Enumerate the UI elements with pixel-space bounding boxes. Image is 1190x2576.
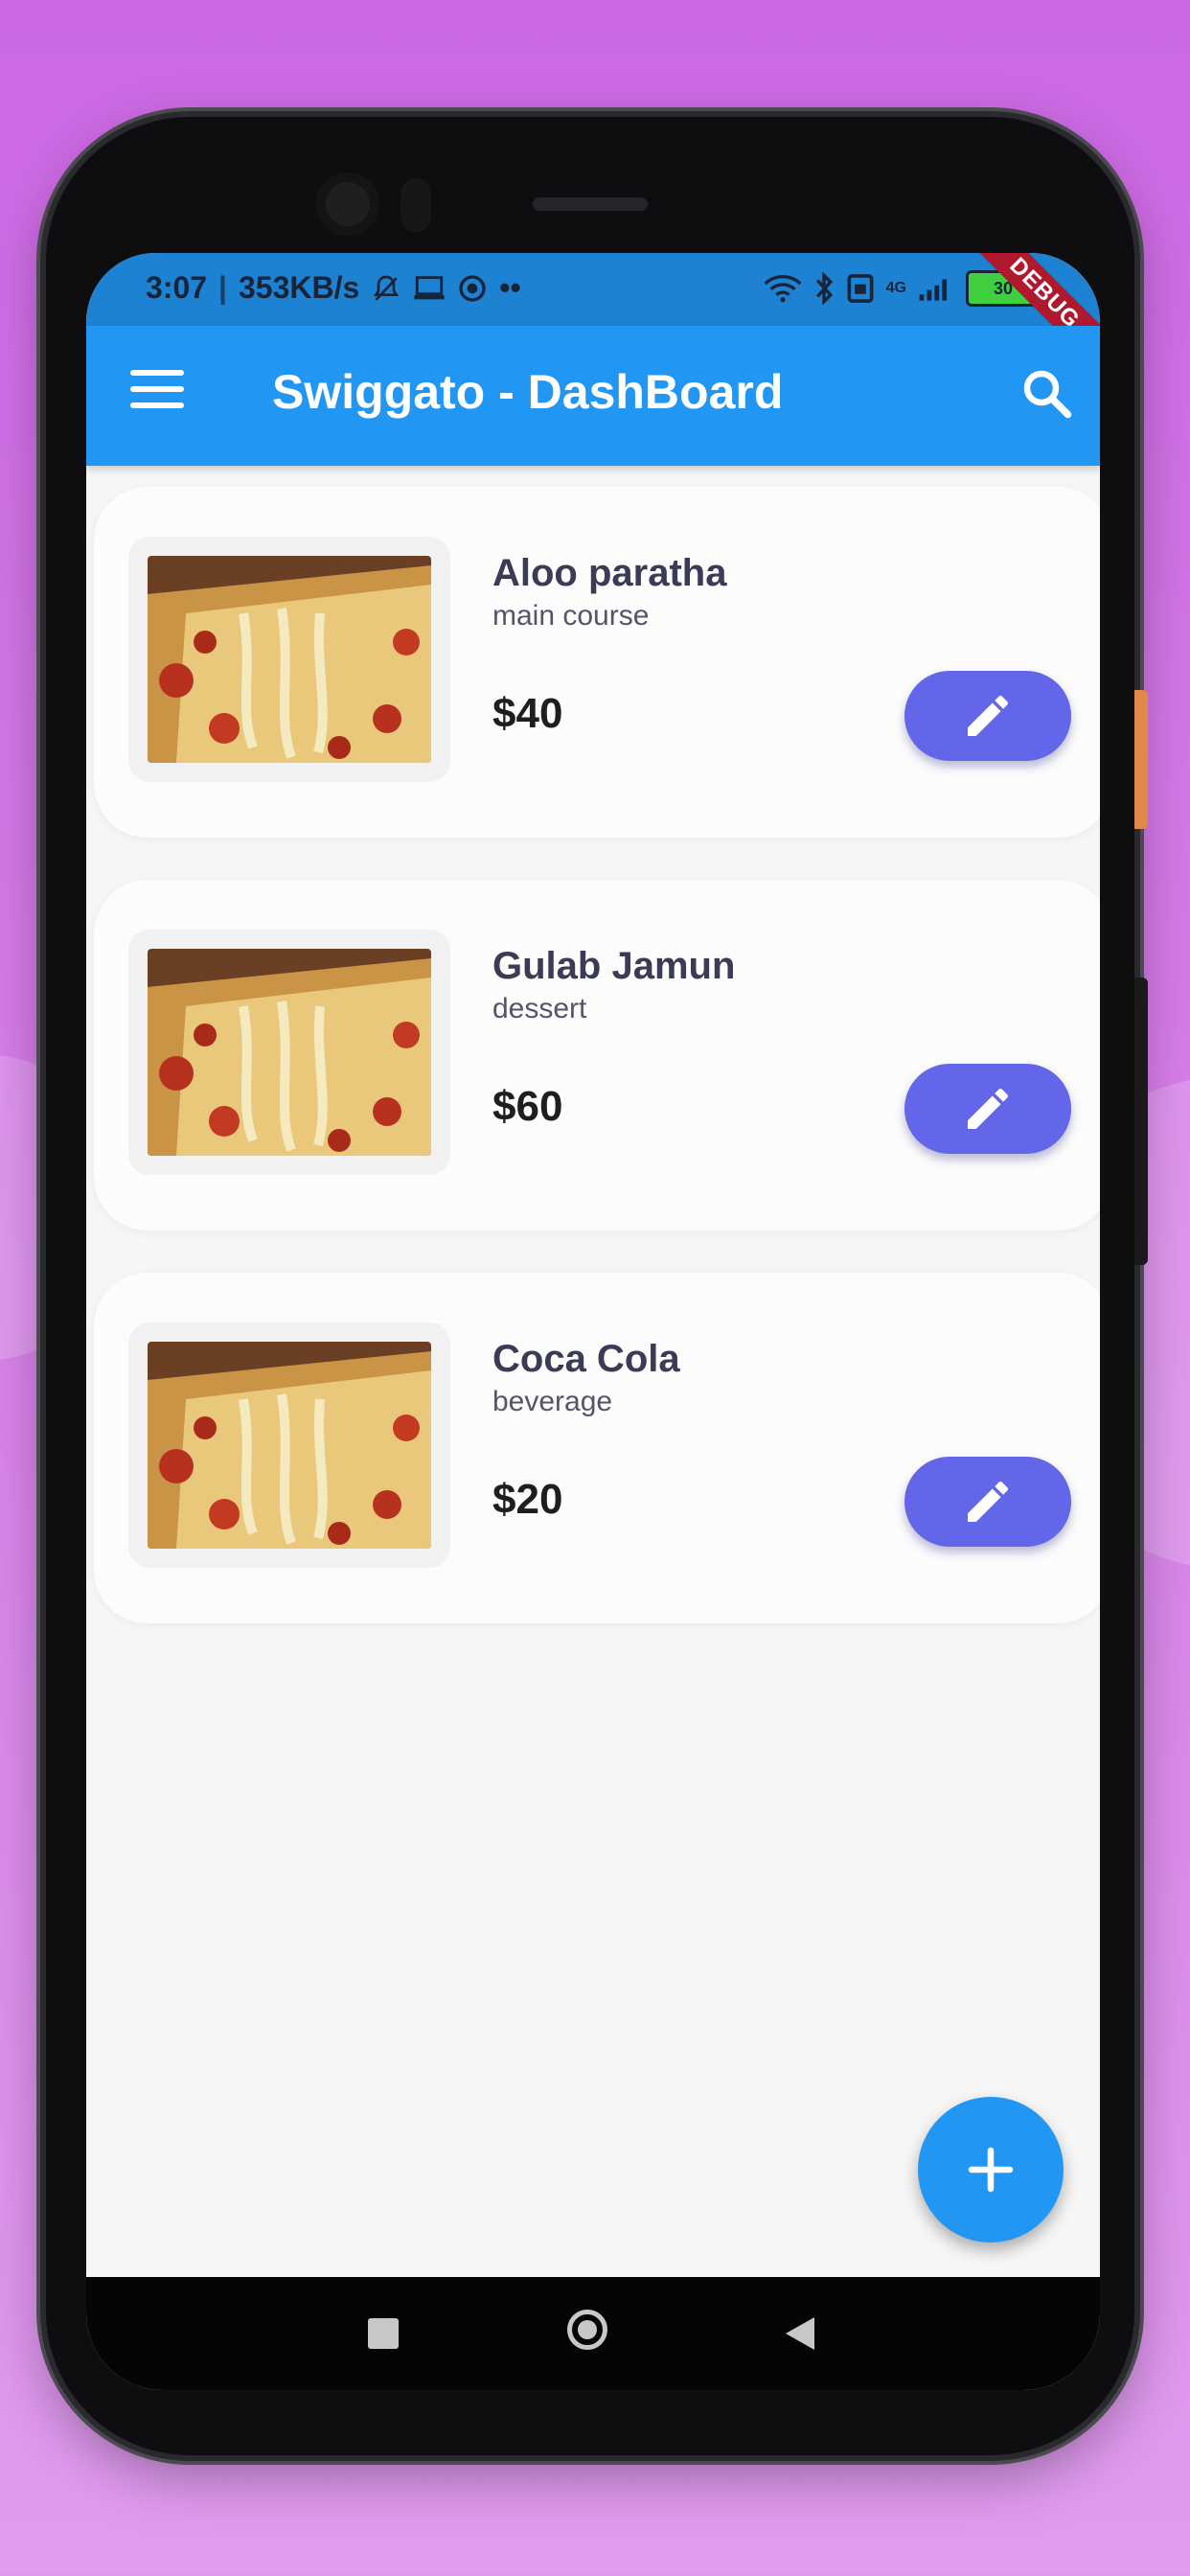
pencil-icon bbox=[968, 1088, 1009, 1129]
recent-apps-button[interactable] bbox=[368, 2318, 399, 2349]
phone-power-button bbox=[1134, 690, 1148, 829]
bluetooth-icon bbox=[815, 272, 833, 305]
menu-icon bbox=[130, 370, 184, 408]
list-item[interactable]: Coca Cola beverage $20 bbox=[94, 1273, 1100, 1623]
list-item[interactable]: Gulab Jamun dessert $60 bbox=[94, 880, 1100, 1230]
item-image bbox=[148, 1342, 431, 1549]
status-bar: 3:07 | 353KB/s •• 4G 30 DEBUG bbox=[86, 253, 1100, 387]
laptop-icon bbox=[414, 275, 445, 299]
status-left: 3:07 | 353KB/s •• bbox=[146, 270, 521, 306]
page-title: Swiggato - DashBoard bbox=[272, 365, 784, 419]
phone-screen: 3:07 | 353KB/s •• 4G 30 DEBUG Swiggato -… bbox=[86, 253, 1100, 2390]
status-right: 4G 30 bbox=[764, 270, 1041, 307]
add-item-button[interactable] bbox=[918, 2097, 1064, 2242]
status-divider: | bbox=[218, 270, 227, 305]
item-name: Gulab Jamun bbox=[492, 945, 736, 987]
item-image bbox=[148, 949, 431, 1156]
edit-button[interactable] bbox=[904, 671, 1071, 761]
pencil-icon bbox=[968, 695, 1009, 736]
back-button[interactable] bbox=[786, 2317, 814, 2350]
edit-button[interactable] bbox=[904, 1457, 1071, 1547]
plus-icon bbox=[968, 2147, 1014, 2193]
vpn-icon bbox=[459, 274, 486, 302]
wifi-icon bbox=[764, 275, 802, 303]
pencil-icon bbox=[968, 1481, 1009, 1522]
more-notifications-icon: •• bbox=[499, 270, 521, 305]
bell-off-icon bbox=[374, 275, 400, 301]
status-time: 3:07 bbox=[146, 270, 208, 305]
list-item[interactable]: Aloo paratha main course $40 bbox=[94, 487, 1100, 838]
search-icon bbox=[1023, 370, 1072, 419]
edit-button[interactable] bbox=[904, 1064, 1071, 1154]
system-nav-bar bbox=[86, 2277, 1100, 2390]
item-price: $60 bbox=[492, 1083, 563, 1130]
earpiece-speaker bbox=[533, 197, 648, 211]
item-image-frame bbox=[128, 1322, 450, 1568]
item-name: Aloo paratha bbox=[492, 552, 727, 594]
app-bar: Swiggato - DashBoard bbox=[86, 326, 1100, 466]
menu-button[interactable] bbox=[130, 370, 184, 412]
item-image-frame bbox=[128, 537, 450, 782]
item-name: Coca Cola bbox=[492, 1338, 680, 1380]
home-button[interactable] bbox=[567, 2310, 607, 2350]
sim-icon bbox=[847, 274, 874, 303]
item-category: beverage bbox=[492, 1386, 613, 1417]
item-image-frame bbox=[128, 930, 450, 1175]
phone-volume-button bbox=[1134, 978, 1148, 1265]
signal-icon bbox=[919, 279, 948, 301]
item-price: $40 bbox=[492, 690, 563, 737]
network-type-label: 4G bbox=[885, 280, 906, 296]
item-image bbox=[148, 556, 431, 763]
proximity-sensor bbox=[400, 178, 431, 232]
item-category: dessert bbox=[492, 993, 587, 1024]
status-net-speed: 353KB/s bbox=[239, 270, 360, 305]
front-camera bbox=[316, 172, 379, 236]
search-button[interactable] bbox=[1018, 364, 1075, 422]
item-category: main course bbox=[492, 600, 650, 632]
item-price: $20 bbox=[492, 1476, 563, 1523]
